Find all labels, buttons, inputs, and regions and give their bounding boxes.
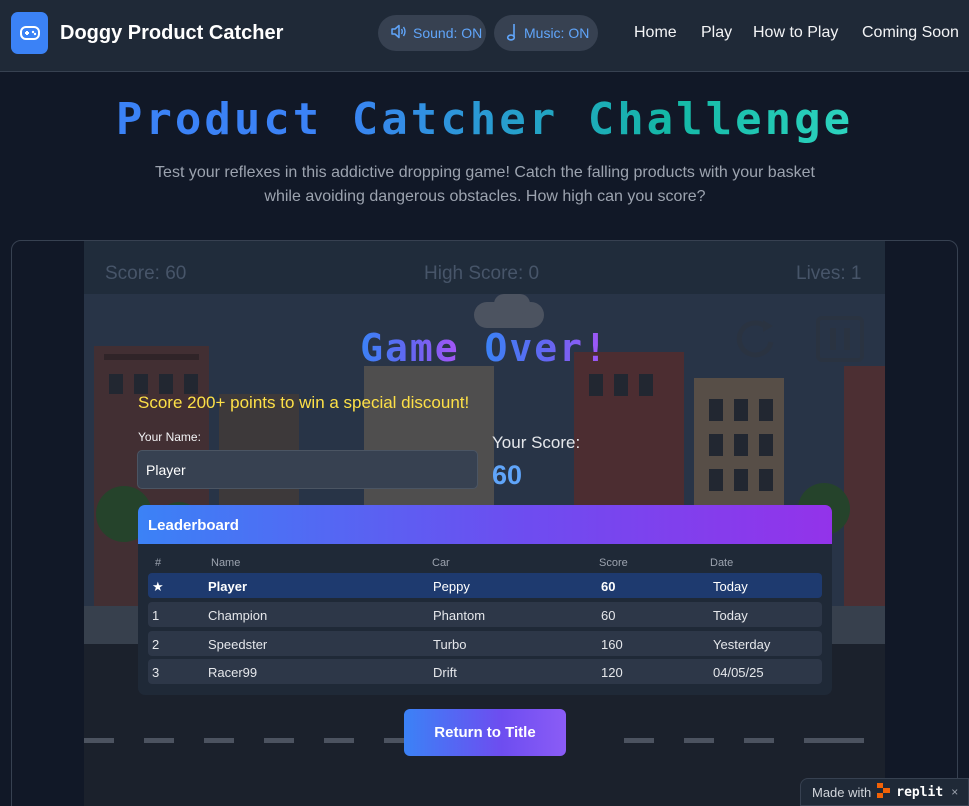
game-over-heading: Game Over! <box>84 326 885 370</box>
made-with-label: Made with <box>812 784 872 800</box>
row-date: Today <box>713 579 748 594</box>
row-name: Racer99 <box>208 665 258 680</box>
hud-high-score: High Score: 0 <box>424 263 540 284</box>
nav-home-link[interactable]: Home <box>634 24 677 42</box>
return-to-title-button[interactable]: Return to Title <box>404 709 566 756</box>
leaderboard-row-current-player: ★ Player Peppy 60 Today <box>148 573 822 598</box>
row-date: Yesterday <box>713 637 771 652</box>
row-car: Peppy <box>433 579 470 594</box>
app-title[interactable]: Doggy Product Catcher <box>60 22 283 45</box>
page-subtitle: Test your reflexes in this addictive dro… <box>155 164 815 205</box>
row-score: 120 <box>601 665 623 680</box>
gamepad-logo-icon[interactable] <box>11 12 48 54</box>
nav-play-link[interactable]: Play <box>701 24 732 42</box>
row-date: Today <box>713 608 748 623</box>
your-score-value: 60 <box>492 460 523 490</box>
row-car: Phantom <box>433 608 486 623</box>
row-score: 60 <box>601 579 616 594</box>
your-score-label: Your Score: <box>492 433 581 452</box>
column-name: Name <box>211 557 241 569</box>
row-rank: 2 <box>152 637 160 652</box>
leaderboard: Leaderboard # Name Car Score Date ★ Play… <box>138 505 832 695</box>
row-car: Turbo <box>433 637 467 652</box>
game-over-word-2: Over! <box>484 326 609 370</box>
music-toggle-button[interactable]: Music: ON <box>494 15 598 51</box>
row-name: Player <box>208 579 248 594</box>
sound-toggle-button[interactable]: Sound: ON <box>378 15 486 51</box>
row-rank: 3 <box>152 665 160 680</box>
nav-coming-soon-link[interactable]: Coming Soon <box>862 24 959 42</box>
leaderboard-header-row: # Name Car Score Date <box>138 544 832 569</box>
leaderboard-row: 3 Racer99 Drift 120 04/05/25 <box>148 659 822 684</box>
music-note-icon <box>506 23 518 44</box>
column-car: Car <box>432 557 450 569</box>
game-over-word-1: Game <box>360 326 460 370</box>
game-hud: Score: 60 High Score: 0 Lives: 1 <box>84 241 885 294</box>
hud-score: Score: 60 <box>105 263 187 284</box>
star-icon: ★ <box>152 579 164 594</box>
leaderboard-row: 2 Speedster Turbo 160 Yesterday <box>148 631 822 656</box>
name-field-label: Your Name: <box>138 430 201 444</box>
made-with-replit-badge[interactable]: Made with replit × <box>800 778 969 806</box>
row-date: 04/05/25 <box>713 665 764 680</box>
row-car: Drift <box>433 665 457 680</box>
row-score: 160 <box>601 637 623 652</box>
row-score: 60 <box>601 608 616 623</box>
column-rank: # <box>155 557 162 569</box>
page-title-text: Product Catcher Challenge <box>115 94 854 145</box>
row-name: Champion <box>208 608 268 623</box>
name-input[interactable] <box>137 450 478 489</box>
nav-how-to-play-link[interactable]: How to Play <box>753 24 838 42</box>
row-rank: 1 <box>152 608 160 623</box>
leaderboard-title: Leaderboard <box>138 505 832 544</box>
discount-message: Score 200+ points to win a special disco… <box>138 393 470 412</box>
column-score: Score <box>599 557 628 569</box>
replit-logo-icon <box>877 783 891 801</box>
leaderboard-row: 1 Champion Phantom 60 Today <box>148 602 822 627</box>
row-name: Speedster <box>208 637 268 652</box>
music-toggle-label: Music: ON <box>524 25 590 41</box>
hud-lives: Lives: 1 <box>796 263 862 284</box>
close-icon[interactable]: × <box>951 785 958 799</box>
speaker-icon <box>390 24 407 42</box>
top-navbar: Doggy Product Catcher Sound: ON Music: O… <box>0 0 969 72</box>
replit-brand-label: replit <box>896 784 944 800</box>
sound-toggle-label: Sound: ON <box>413 25 483 41</box>
column-date: Date <box>710 557 734 569</box>
page-title: Product Catcher Challenge <box>0 94 969 145</box>
